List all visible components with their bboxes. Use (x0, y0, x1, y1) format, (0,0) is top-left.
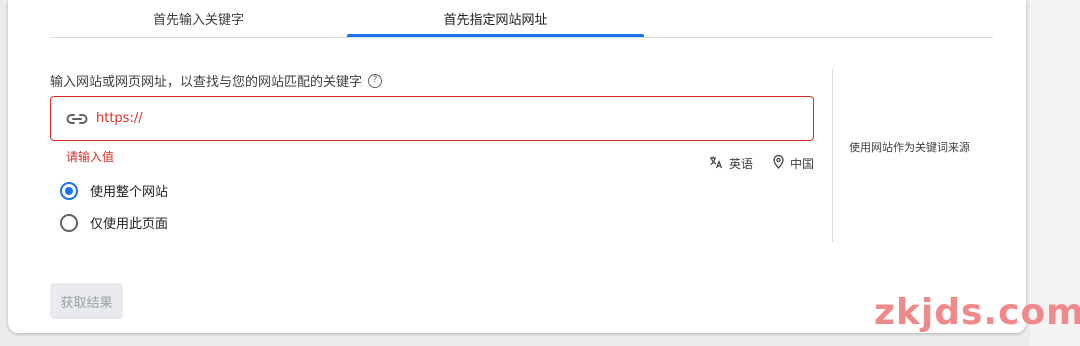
tab-specify-website[interactable]: 首先指定网站网址 (347, 0, 644, 36)
radio-label: 使用整个网站 (90, 185, 169, 200)
radio-label: 仅使用此页面 (90, 217, 169, 232)
website-prompt-label: 输入网站或网页网址，以查找与您的网站匹配的关键字 (50, 75, 363, 90)
url-field[interactable] (50, 96, 814, 141)
help-circle-icon[interactable]: ? (368, 73, 383, 88)
url-input[interactable] (94, 110, 598, 127)
radio-button-checked[interactable] (60, 181, 78, 200)
tab-enter-keywords[interactable]: 首先输入关键字 (50, 0, 347, 36)
radio-use-this-page-only[interactable]: 仅使用此页面 (60, 213, 168, 232)
website-prompt: 输入网站或网页网址，以查找与您的网站匹配的关键字 ? (50, 71, 383, 90)
translate-icon (709, 155, 723, 172)
targeting-summary[interactable]: 英语 中国 (709, 154, 814, 172)
tab-bar: 首先输入关键字 首先指定网站网址 (50, 0, 993, 38)
location-pin-icon (773, 154, 784, 172)
radio-use-entire-site[interactable]: 使用整个网站 (60, 181, 168, 200)
location-label: 中国 (789, 157, 814, 171)
radio-button-unchecked[interactable] (60, 213, 78, 232)
vertical-divider (832, 69, 833, 242)
keyword-planner-card: 首先输入关键字 首先指定网站网址 输入网站或网页网址，以查找与您的网站匹配的关键… (8, 0, 1026, 333)
watermark-text: zkjds.com (874, 292, 1080, 333)
language-label: 英语 (728, 157, 753, 171)
link-icon (66, 113, 88, 125)
side-note: 使用网站作为关键词来源 (849, 141, 970, 154)
active-tab-indicator (347, 34, 644, 37)
get-results-button[interactable]: 获取结果 (50, 283, 123, 319)
url-error-message: 请输入值 (66, 150, 115, 164)
